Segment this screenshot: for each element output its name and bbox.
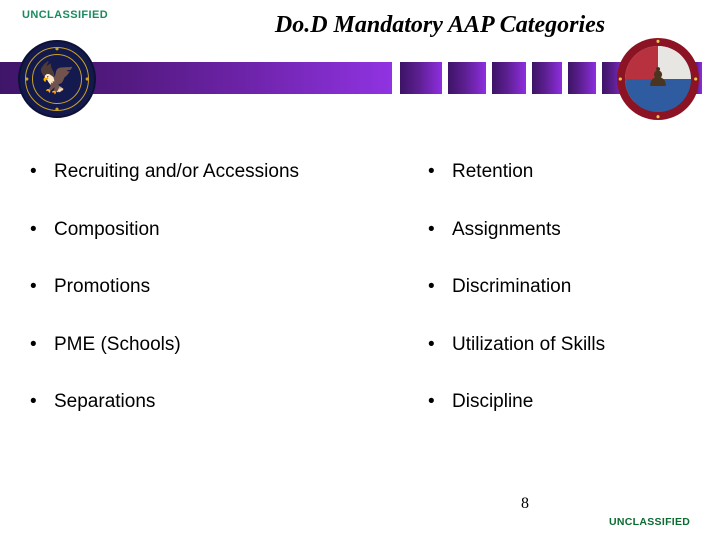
bullet-icon: • <box>428 161 435 182</box>
list-item-label: Discipline <box>452 391 534 412</box>
list-item-label: PME (Schools) <box>54 333 181 355</box>
page-title: Do.D Mandatory AAP Categories <box>274 12 606 38</box>
list-item: • Separations <box>30 390 430 448</box>
list-item: • Discrimination <box>428 275 708 333</box>
bullet-icon: • <box>428 391 435 412</box>
list-item-label: Promotions <box>54 276 151 297</box>
list-item-label: Discrimination <box>452 276 572 297</box>
dod-national-guard-bureau-seal-icon: 🦅 <box>18 40 96 118</box>
list-item: • PME (Schools) <box>30 333 430 391</box>
list-item: • Utilization of Skills <box>428 333 708 391</box>
bullet-icon: • <box>30 276 37 297</box>
list-item: • Promotions <box>30 275 430 333</box>
banner-segment <box>400 62 442 94</box>
banner-segment <box>568 62 596 94</box>
list-item-label: Recruiting and/or Accessions <box>54 161 300 182</box>
list-item: • Retention <box>428 160 708 218</box>
bullet-icon: • <box>428 276 435 297</box>
bullet-icon: • <box>30 218 37 240</box>
banner-segment <box>532 62 562 94</box>
eagle-icon: 🦅 <box>38 62 76 95</box>
list-item-label: Utilization of Skills <box>452 333 606 355</box>
bullet-icon: • <box>428 333 435 355</box>
list-item-label: Assignments <box>452 218 561 240</box>
banner-segment <box>492 62 526 94</box>
list-item-label: Composition <box>54 218 160 240</box>
decorative-banner <box>0 62 720 94</box>
bullet-icon: • <box>30 333 37 355</box>
list-item: • Recruiting and/or Accessions <box>30 160 430 218</box>
list-item: • Discipline <box>428 390 708 448</box>
bullet-icon: • <box>30 391 37 412</box>
classification-marking-top: UNCLASSIFIED <box>22 9 109 21</box>
page-number: 8 <box>521 495 529 512</box>
list-item-label: Retention <box>452 161 534 182</box>
banner-segment <box>448 62 486 94</box>
national-guard-seal-icon: ♟ <box>617 38 699 120</box>
list-item-label: Separations <box>54 391 156 412</box>
bullet-icon: • <box>428 218 435 240</box>
classification-marking-bottom: UNCLASSIFIED <box>609 516 691 528</box>
bullet-column-left: • Recruiting and/or Accessions • Composi… <box>30 160 430 448</box>
bullet-column-right: • Retention • Assignments • Discriminati… <box>428 160 708 448</box>
seal-star-dots <box>617 38 699 120</box>
list-item: • Composition <box>30 218 430 276</box>
list-item: • Assignments <box>428 218 708 276</box>
bullet-icon: • <box>30 161 37 182</box>
